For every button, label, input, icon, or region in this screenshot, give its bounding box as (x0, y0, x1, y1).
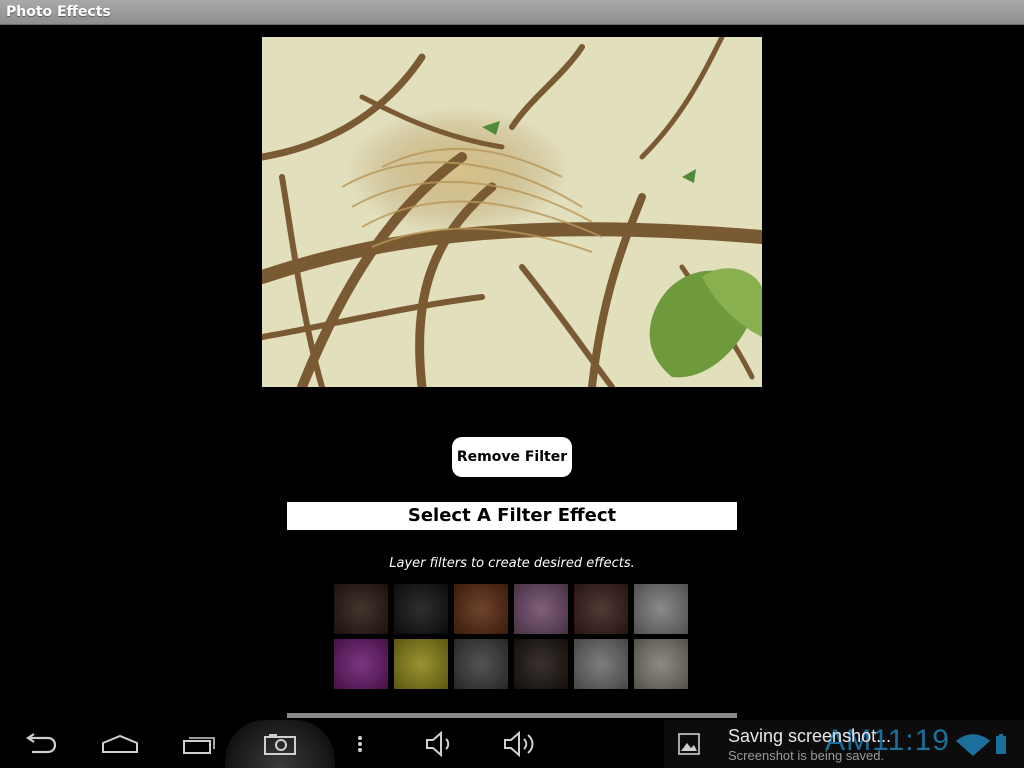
filter-thumbnail[interactable] (514, 639, 568, 689)
screenshot-button[interactable] (225, 720, 335, 768)
menu-button[interactable] (330, 720, 390, 768)
notification-area[interactable]: AM11:19 Saving screenshot... Screenshot … (664, 720, 1024, 768)
filter-thumbnail[interactable] (634, 584, 688, 634)
filter-thumbnail[interactable] (514, 584, 568, 634)
status-icons (956, 734, 1006, 756)
filter-thumbnail[interactable] (454, 584, 508, 634)
filter-grid (334, 584, 694, 694)
app-title: Photo Effects (6, 4, 111, 20)
volume-down-icon (426, 730, 450, 758)
filter-thumbnail[interactable] (454, 639, 508, 689)
volume-up-icon (504, 730, 534, 758)
volume-down-button[interactable] (410, 720, 470, 768)
filter-thumbnail[interactable] (334, 584, 388, 634)
recent-apps-icon (183, 737, 215, 754)
home-icon (102, 734, 138, 753)
title-bar: Photo Effects (0, 0, 1024, 25)
filter-thumbnail[interactable] (574, 639, 628, 689)
bird-nest-image (262, 37, 762, 387)
filter-thumbnail[interactable] (574, 584, 628, 634)
back-icon (26, 733, 57, 754)
home-button[interactable] (90, 720, 150, 768)
menu-icon (358, 736, 362, 752)
image-icon (678, 733, 700, 755)
back-button[interactable] (10, 720, 70, 768)
filter-thumbnail[interactable] (634, 639, 688, 689)
remove-filter-button[interactable]: Remove Filter (452, 437, 572, 477)
wifi-icon (956, 734, 990, 756)
recent-apps-button[interactable] (170, 720, 230, 768)
battery-icon (996, 734, 1006, 754)
filter-thumbnail[interactable] (394, 584, 448, 634)
notification-title: Saving screenshot... (728, 726, 892, 746)
scroll-indicator (287, 713, 737, 718)
photo-preview (262, 37, 762, 387)
notification-subtitle: Screenshot is being saved. (728, 748, 885, 763)
section-title: Select A Filter Effect (287, 502, 737, 530)
filter-thumbnail[interactable] (394, 639, 448, 689)
filter-hint: Layer filters to create desired effects. (389, 556, 635, 571)
filter-thumbnail[interactable] (334, 639, 388, 689)
volume-up-button[interactable] (490, 720, 550, 768)
screenshot-icon (264, 734, 296, 755)
